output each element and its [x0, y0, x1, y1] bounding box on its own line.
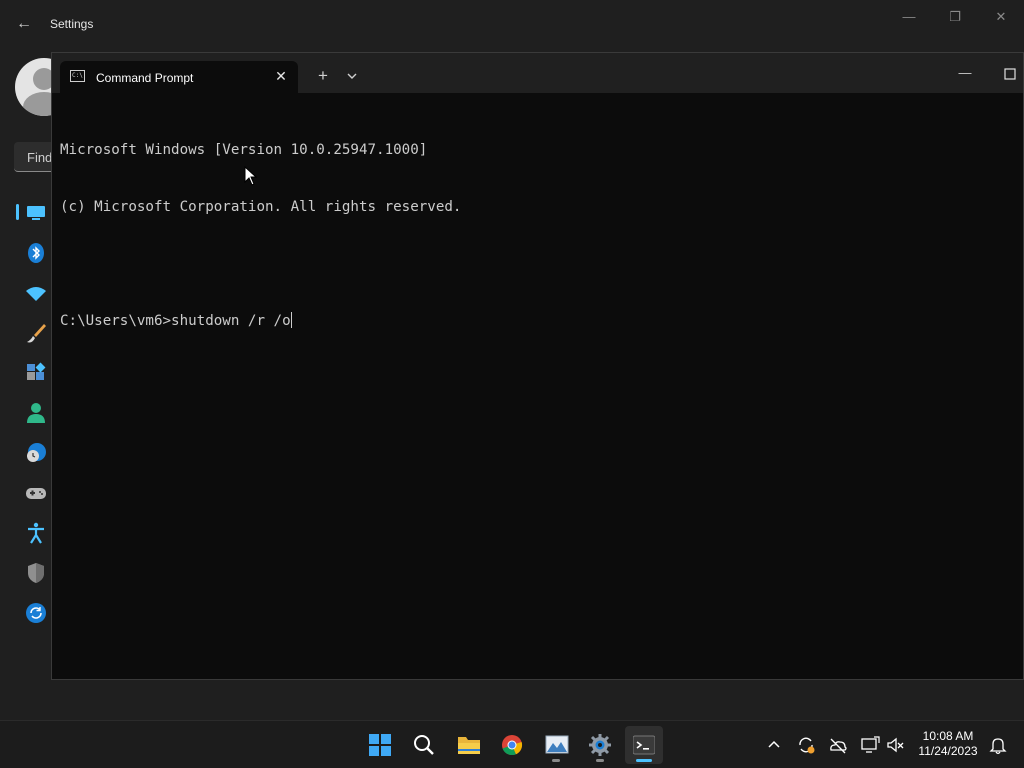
start-button[interactable] — [361, 726, 399, 764]
windows-update-icon[interactable] — [24, 601, 48, 625]
restore-icon[interactable]: ❐ — [940, 8, 970, 26]
chrome-icon — [502, 735, 523, 756]
tab-close-icon[interactable]: ✕ — [272, 67, 290, 85]
time-language-icon[interactable] — [24, 441, 48, 465]
personalization-icon[interactable] — [24, 321, 48, 345]
close-icon[interactable]: ✕ — [986, 8, 1016, 26]
file-explorer-icon — [458, 737, 480, 754]
search-button[interactable] — [405, 726, 443, 764]
tab-command-prompt[interactable]: C:\ Command Prompt ✕ — [60, 61, 298, 93]
selected-indicator — [16, 204, 19, 220]
gaming-icon[interactable] — [24, 481, 48, 505]
accessibility-icon[interactable] — [24, 521, 48, 545]
taskbar: 10:08 AM 11/24/2023 — [0, 720, 1024, 768]
chevron-down-icon[interactable] — [342, 66, 362, 86]
console-line: Microsoft Windows [Version 10.0.25947.10… — [60, 142, 428, 158]
network-icon[interactable] — [860, 735, 880, 755]
minimize-icon[interactable]: — — [894, 8, 924, 26]
new-tab-icon[interactable]: + — [313, 66, 333, 86]
photos-icon — [545, 735, 569, 754]
text-cursor — [290, 312, 292, 328]
chevron-up-icon[interactable] — [764, 735, 784, 755]
chrome-button[interactable] — [493, 726, 531, 764]
apps-icon[interactable] — [24, 361, 48, 385]
clock-date: 11/24/2023 — [918, 744, 978, 758]
terminal-minimize-icon[interactable]: — — [950, 65, 980, 83]
volume-muted-icon[interactable] — [886, 735, 906, 755]
running-indicator — [552, 759, 560, 762]
search-icon — [414, 735, 434, 755]
search-placeholder: Find — [27, 150, 53, 165]
terminal-tabbar: C:\ Command Prompt ✕ + — — [52, 53, 1023, 93]
active-indicator — [636, 759, 652, 762]
back-arrow-icon[interactable]: ← — [14, 14, 34, 34]
bluetooth-icon[interactable] — [24, 241, 48, 265]
sync-icon[interactable] — [796, 735, 816, 755]
wifi-icon[interactable] — [24, 281, 48, 305]
terminal-window: C:\ Command Prompt ✕ + — Microsoft Windo… — [51, 52, 1024, 680]
privacy-security-icon[interactable] — [24, 561, 48, 585]
system-clock[interactable]: 10:08 AM 11/24/2023 — [912, 729, 984, 759]
cmd-icon: C:\ — [70, 70, 85, 82]
console-line: (c) Microsoft Corporation. All rights re… — [60, 199, 462, 215]
accounts-icon[interactable] — [24, 401, 48, 425]
system-icon[interactable] — [24, 200, 48, 224]
onedrive-off-icon[interactable] — [828, 735, 848, 755]
terminal-maximize-icon[interactable] — [1000, 65, 1020, 83]
settings-icon — [589, 734, 611, 756]
console-output[interactable]: Microsoft Windows [Version 10.0.25947.10… — [60, 103, 1013, 369]
console-prompt-line: C:\Users\vm6>shutdown /r /o — [60, 312, 1013, 331]
running-indicator — [596, 759, 604, 762]
terminal-button[interactable] — [625, 726, 663, 764]
settings-titlebar: ← Settings — ❐ ✕ — [0, 0, 1024, 48]
photos-button[interactable] — [537, 726, 575, 764]
terminal-icon — [633, 735, 655, 755]
settings-title: Settings — [50, 17, 94, 31]
tab-title: Command Prompt — [96, 71, 194, 85]
console-command: C:\Users\vm6>shutdown /r /o — [60, 313, 291, 329]
file-explorer-button[interactable] — [449, 726, 487, 764]
start-icon — [369, 734, 391, 756]
mouse-pointer-icon — [244, 166, 258, 186]
notification-bell-icon[interactable] — [988, 735, 1008, 755]
clock-time: 10:08 AM — [922, 729, 974, 743]
settings-button[interactable] — [581, 726, 619, 764]
